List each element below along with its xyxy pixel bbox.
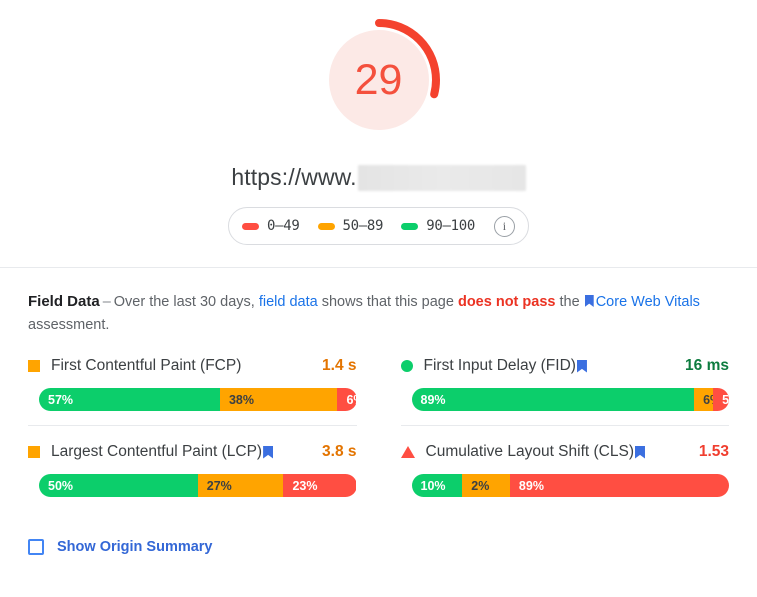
field-data-title: Field Data [28,293,100,310]
metric-lcp-label: Largest Contentful Paint (LCP) [51,443,263,460]
legend-dash-average-icon [317,222,335,230]
legend-item-good: 90–100 [401,218,475,234]
metric-lcp-value: 3.8 s [322,443,357,460]
bookmark-icon [263,445,274,459]
field-data-text-4: assessment. [28,317,110,333]
show-origin-summary-row[interactable]: Show Origin Summary [28,539,729,555]
metric-cls-seg-good: 10% [411,474,463,497]
metric-fcp-seg-good: 57% [39,388,220,411]
metric-lcp-seg-poor: 23% [283,474,357,497]
does-not-pass-text: does not pass [457,294,556,310]
url-redacted-block [357,164,526,191]
section-divider [0,267,757,268]
metric-cls-value: 1.53 [698,443,729,460]
metric-cls-head: Cumulative Layout Shift (CLS) 1.53 [400,441,729,463]
red-triangle-icon [400,446,415,458]
score-section: 29 https://www. 0–49 50–89 90–100 i [0,0,757,268]
metric-lcp-seg-average: 27% [197,474,284,497]
field-data-description: Field Data – Over the last 30 days, field … [28,290,728,337]
metric-cls: Cumulative Layout Shift (CLS) 1.53 10% 2… [400,441,730,511]
metric-fid-head: First Input Delay (FID) 16 ms [400,355,729,377]
orange-square-icon [28,360,40,372]
metric-cls-seg-average: 2% [462,474,510,497]
info-icon[interactable]: i [493,215,515,237]
metric-fcp-bar: 57% 38% 6% [39,388,357,411]
metric-fcp-label: First Contentful Paint (FCP) [51,357,242,374]
url-prefix: https://www. [231,164,357,190]
metric-lcp-bar: 50% 27% 23% [39,474,357,497]
legend-dash-poor-icon [242,222,260,230]
show-origin-summary-checkbox[interactable] [28,539,44,555]
metric-fcp-seg-poor: 6% [337,388,357,411]
metric-fid-seg-good: 89% [411,388,695,411]
legend-label-average: 50–89 [342,218,384,234]
show-origin-summary-label[interactable]: Show Origin Summary [57,539,213,555]
field-data-link[interactable]: field data [259,294,318,310]
metric-fid-bar: 89% 6% 5% [411,388,729,411]
metric-cls-label: Cumulative Layout Shift (CLS) [425,443,634,460]
performance-gauge: 29 [313,14,445,146]
score-value: 29 [354,55,403,104]
metric-lcp-seg-good: 50% [39,474,198,497]
metrics-grid: First Contentful Paint (FCP) 1.4 s 57% 3… [28,355,729,511]
legend-item-average: 50–89 [317,218,384,234]
metric-lcp: Largest Contentful Paint (LCP) 3.8 s 50%… [28,441,357,511]
legend-dash-good-icon [401,222,419,230]
metric-fcp: First Contentful Paint (FCP) 1.4 s 57% 3… [28,355,357,426]
legend-label-good: 90–100 [426,218,475,234]
metric-fcp-seg-average: 38% [219,388,338,411]
metric-fid-value: 16 ms [685,357,729,374]
metric-cls-bar: 10% 2% 89% [411,474,730,497]
metric-fid-seg-average: 6% [694,388,721,411]
metric-fid-label: First Input Delay (FID) [423,357,576,374]
green-circle-icon [400,360,413,372]
core-web-vitals-link[interactable]: Core Web Vitals [596,294,700,310]
metric-fid: First Input Delay (FID) 16 ms 89% 6% 5% [400,355,729,426]
metric-fid-seg-poor: 5% [713,388,729,411]
score-legend: 0–49 50–89 90–100 i [228,207,529,245]
field-data-text-1: Over the last 30 days, [113,294,255,310]
bookmark-icon [634,445,645,459]
field-data-section: Field Data – Over the last 30 days, field … [0,268,757,555]
page-url: https://www. [231,164,526,191]
metric-fcp-value: 1.4 s [322,357,357,374]
orange-square-icon [28,446,40,458]
metric-cls-seg-poor: 89% [509,474,729,497]
metric-fcp-head: First Contentful Paint (FCP) 1.4 s [28,355,357,377]
bookmark-icon [584,295,594,307]
field-data-text-2: shows that this page [321,294,454,310]
field-data-dash: – [102,294,111,310]
field-data-text-3: the [559,294,580,310]
legend-item-poor: 0–49 [242,218,300,234]
legend-label-poor: 0–49 [267,218,300,234]
metric-lcp-head: Largest Contentful Paint (LCP) 3.8 s [28,441,357,463]
bookmark-icon [576,359,587,373]
